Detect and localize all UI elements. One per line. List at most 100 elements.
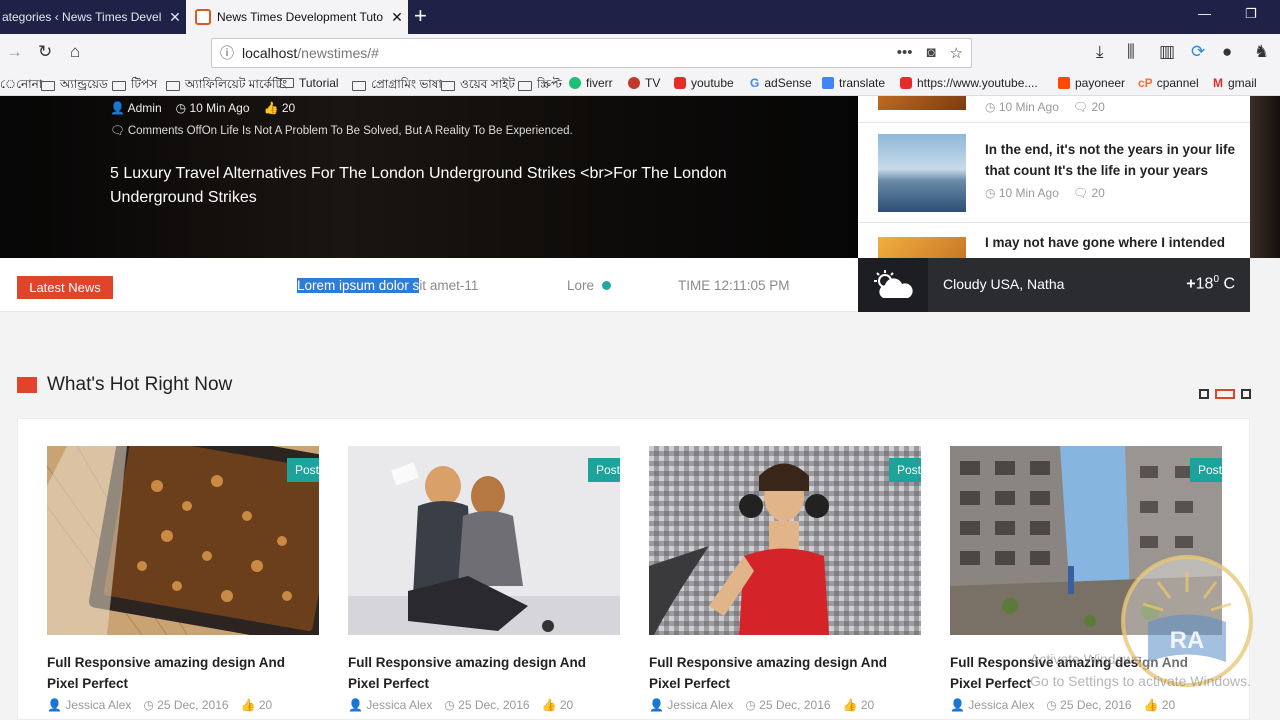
bookmark-item[interactable]: ওয়েব সাইট [441, 76, 515, 96]
bookmark-gmail[interactable]: Mgmail [1213, 76, 1257, 90]
weather-location: Cloudy USA, Natha [943, 276, 1065, 292]
hero-meta: 👤 Admin ◷ 10 Min Ago 👍 20 [110, 101, 295, 115]
ticker-item[interactable]: Lore [567, 278, 612, 293]
bookmark-item[interactable]: অ্যান্ড্রয়েড [41, 76, 108, 96]
slider-dot[interactable] [1241, 389, 1251, 399]
url-host: localhost [242, 45, 298, 61]
more-icon[interactable]: ••• [897, 44, 913, 62]
bookmark-tv[interactable]: TV [628, 76, 660, 90]
weather-widget: Cloudy USA, Natha +180 C [858, 258, 1250, 312]
post-title[interactable]: I may not have gone where I intended [985, 232, 1240, 253]
post-title[interactable]: Full Responsive amazing design And Pixel… [348, 652, 620, 694]
bookmark-star-icon[interactable]: ☆ [950, 44, 963, 62]
account-icon[interactable]: ● [1222, 42, 1232, 62]
post-image[interactable]: Post [348, 446, 620, 635]
clock-time: TIME 12:11:05 PM [678, 278, 790, 293]
bookmark-item[interactable]: Tutorial [280, 76, 339, 90]
hero-author[interactable]: Admin [128, 101, 162, 115]
post-title[interactable]: In the end, it's not the years in your l… [985, 139, 1240, 181]
sync-icon[interactable]: ⟳ [1191, 42, 1205, 62]
folder-icon [41, 81, 55, 91]
bookmark-fiverr[interactable]: fiverr [569, 76, 613, 90]
post-thumbnail[interactable] [878, 134, 966, 212]
post-meta: 👤 Jessica Alex ◷ 25 Dec, 2016 👍 20 [950, 698, 1176, 712]
library-icon[interactable]: ⫼ [1127, 42, 1135, 62]
post-badge[interactable]: Post [587, 458, 620, 482]
bookmark-payoneer[interactable]: payoneer [1058, 76, 1125, 90]
slider-dot[interactable] [1199, 389, 1209, 399]
hero-likes: 20 [281, 101, 296, 115]
close-icon[interactable]: ✕ [164, 9, 186, 26]
post-card[interactable]: Post Full Responsive amazing design And … [47, 446, 319, 712]
thumbs-up-icon: 👍 [263, 101, 279, 115]
post-thumbnail[interactable] [878, 96, 966, 110]
post-image[interactable]: Post [649, 446, 921, 635]
fiverr-icon [569, 77, 581, 89]
favicon-icon [195, 9, 211, 25]
sidebar-post-list: ◷ 10 Min Ago 🗨 20 In the end, it's not th… [858, 96, 1250, 258]
sidebar-icon[interactable]: ▥ [1159, 42, 1175, 62]
folder-icon [112, 81, 126, 91]
bookmark-item[interactable]: প্রোগ্রামিং ভাষা [352, 76, 442, 96]
folder-icon [518, 81, 532, 91]
tab-news-times[interactable]: News Times Development Tuto ✕ [186, 0, 408, 34]
clock-icon: ◷ [175, 101, 187, 115]
home-icon[interactable]: ⌂ [70, 42, 80, 62]
info-icon[interactable]: ⓘ [212, 43, 242, 63]
clock-icon: ◷ [745, 698, 756, 712]
bookmark-adsense[interactable]: GadSense [750, 76, 812, 90]
post-title[interactable]: Full Responsive amazing design And Pixel… [649, 652, 921, 694]
post-card[interactable]: Post Full Responsive amazing design And … [649, 446, 921, 712]
post-card[interactable]: Post Full Responsive amazing design And … [348, 446, 620, 712]
address-bar[interactable]: ⓘ localhost/newstimes/# ••• ◙ ☆ [211, 38, 972, 68]
bookmark-item[interactable]: টিপস [112, 76, 157, 96]
divider [858, 222, 1250, 223]
bookmark-item[interactable]: অ্যাফিলিয়েট মার্কেটিং [166, 76, 287, 96]
hero-title[interactable]: 5 Luxury Travel Alternatives For The Lon… [110, 162, 750, 210]
folder-icon [352, 81, 366, 91]
youtube-icon [674, 77, 686, 89]
cpanel-icon: cP [1138, 76, 1153, 90]
post-badge[interactable]: Post [888, 458, 921, 482]
folder-icon [280, 78, 294, 88]
post-thumbnail[interactable] [878, 237, 966, 258]
ticker-item[interactable]: Lorem ipsum dolor sit amet-11 [297, 278, 478, 293]
comment-icon: 🗨 [1072, 186, 1089, 200]
reload-icon[interactable]: ↻ [38, 42, 52, 62]
post-badge[interactable]: Post [1189, 458, 1222, 482]
section-heading: What's Hot Right Now [17, 374, 232, 396]
bookmark-youtube[interactable]: youtube [674, 76, 734, 90]
clock-icon: ◷ [444, 698, 455, 712]
slider-pagination [1199, 389, 1251, 399]
minimize-icon[interactable]: — [1198, 6, 1211, 21]
hero-banner[interactable]: 👤 Admin ◷ 10 Min Ago 👍 20 🗨 Comments Off… [0, 96, 858, 258]
bookmark-translate[interactable]: translate [822, 76, 885, 90]
post-image[interactable]: Post [47, 446, 319, 635]
cloud-sun-icon [858, 258, 928, 312]
restore-icon[interactable]: ❐ [1245, 6, 1257, 22]
gmail-icon: M [1213, 76, 1223, 90]
thumbs-up-icon: 👍 [240, 698, 256, 712]
forward-icon[interactable]: → [6, 42, 23, 62]
post-badge[interactable]: Post [286, 458, 319, 482]
new-tab-icon[interactable]: + [414, 4, 427, 28]
section-title: What's Hot Right Now [47, 374, 233, 395]
bookmark-youtube-link[interactable]: https://www.youtube.... [900, 76, 1038, 90]
bookmark-cpanel[interactable]: cP cpannel [1138, 76, 1199, 90]
slider-dot-active[interactable] [1215, 389, 1235, 399]
clock-icon: ◷ [1046, 698, 1057, 712]
thumbs-up-icon: 👍 [842, 698, 858, 712]
user-icon: 👤 [950, 698, 965, 712]
pocket-icon[interactable]: ◙ [926, 44, 935, 62]
folder-icon [441, 81, 455, 91]
tab-categories[interactable]: ategories ‹ News Times Devel ✕ [0, 0, 186, 34]
bookmark-item[interactable]: েনোনা [0, 76, 42, 96]
bookmark-item[interactable]: স্ক্রিপ্ট [518, 76, 562, 96]
post-title[interactable]: Full Responsive amazing design And Pixel… [47, 652, 319, 694]
extension-icon[interactable]: ♞ [1254, 42, 1269, 62]
weather-temperature: +180 C [1186, 274, 1235, 293]
download-icon[interactable]: ⤓ [1096, 42, 1104, 62]
latest-news-button[interactable]: Latest News [17, 276, 113, 299]
user-icon: 👤 [649, 698, 664, 712]
close-icon[interactable]: ✕ [386, 9, 408, 26]
